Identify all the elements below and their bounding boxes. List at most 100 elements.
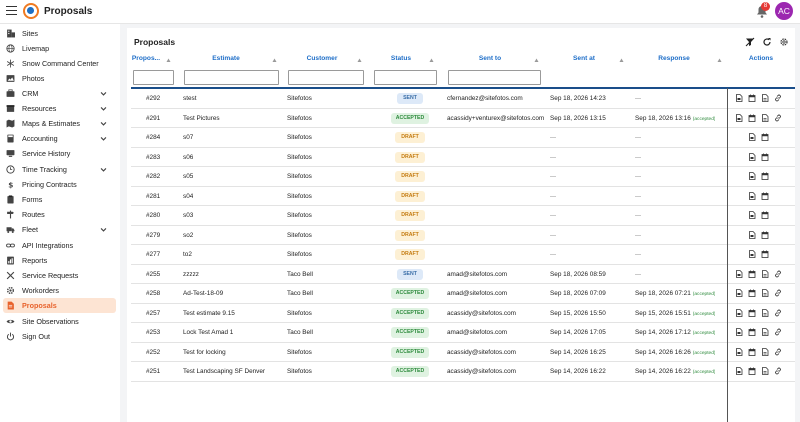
column-header-customer[interactable]: Customer <box>289 55 355 67</box>
calendar-icon[interactable] <box>748 309 756 317</box>
pdf-icon[interactable] <box>748 211 756 219</box>
gear-icon[interactable] <box>779 37 789 47</box>
chevron-down-icon[interactable] <box>100 120 107 127</box>
sort-icon[interactable] <box>619 58 624 63</box>
sort-icon[interactable] <box>429 58 434 63</box>
pdf-icon[interactable] <box>748 191 756 200</box>
sort-icon[interactable] <box>272 58 277 63</box>
sort-icon[interactable] <box>534 58 539 63</box>
table-row[interactable]: #292 stest Sitefotos SENT cfernandez@sitefot… <box>131 89 795 109</box>
chevron-down-icon[interactable] <box>100 166 107 173</box>
calendar-icon[interactable] <box>748 270 756 278</box>
calendar-icon[interactable] <box>748 94 756 102</box>
chevron-down-icon[interactable] <box>100 226 107 233</box>
filter-sent-to-input[interactable] <box>448 70 541 85</box>
sort-icon[interactable] <box>717 58 722 63</box>
sidebar-item-resources[interactable]: Resources <box>0 101 120 116</box>
file-icon[interactable] <box>761 367 769 375</box>
calendar-icon[interactable] <box>748 328 756 336</box>
pdf-icon[interactable] <box>735 347 743 356</box>
sidebar-item-maps-estimates[interactable]: Maps & Estimates <box>0 116 120 131</box>
pdf-icon[interactable] <box>748 230 756 239</box>
pdf-icon[interactable] <box>748 250 756 258</box>
sidebar-item-pricing-contracts[interactable]: $ Pricing Contracts <box>0 177 120 192</box>
sidebar-item-sites[interactable]: Sites <box>0 26 120 41</box>
sidebar-item-time-tracking[interactable]: Time Tracking <box>0 162 120 177</box>
table-row[interactable]: #253 Lock Test Amad 1 Taco Bell ACCEPTED ama… <box>131 323 795 343</box>
column-header-estimate[interactable]: Estimate <box>185 55 267 67</box>
sidebar-item-sign-out[interactable]: Sign Out <box>0 329 120 344</box>
sort-icon[interactable] <box>357 58 362 63</box>
link-icon[interactable] <box>774 367 782 375</box>
column-header-sent-to[interactable]: Sent to <box>449 55 531 67</box>
file-icon[interactable] <box>761 328 769 336</box>
menu-icon[interactable] <box>6 6 17 17</box>
calendar-icon[interactable] <box>761 192 769 200</box>
calendar-icon[interactable] <box>748 367 756 375</box>
table-row[interactable]: #283 s06 Sitefotos DRAFT — — <box>131 148 795 167</box>
sort-icon[interactable] <box>166 58 171 63</box>
sidebar-item-fleet[interactable]: Fleet <box>0 222 120 237</box>
filter-status-input[interactable] <box>374 70 437 85</box>
calendar-icon[interactable] <box>761 133 769 141</box>
link-icon[interactable] <box>774 94 782 102</box>
column-header-status[interactable]: Status <box>375 55 427 67</box>
table-row[interactable]: #282 s05 Sitefotos DRAFT — — <box>131 167 795 187</box>
table-row[interactable]: #252 Test for locking Sitefotos ACCEPTED aca… <box>131 343 795 362</box>
pdf-icon[interactable] <box>735 308 743 317</box>
sidebar-item-reports[interactable]: Reports <box>0 253 120 268</box>
chevron-down-icon[interactable] <box>100 135 107 142</box>
link-icon[interactable] <box>774 270 782 278</box>
pdf-icon[interactable] <box>735 113 743 122</box>
file-icon[interactable] <box>761 94 769 102</box>
table-row[interactable]: #251 Test Landscaping SF Denver Sitefotos A… <box>131 362 795 382</box>
filter-proposal-input[interactable] <box>133 70 174 85</box>
sidebar-item-photos[interactable]: Photos <box>0 71 120 86</box>
sidebar-item-crm[interactable]: CRM <box>0 86 120 101</box>
calendar-icon[interactable] <box>748 289 756 297</box>
calendar-icon[interactable] <box>748 114 756 122</box>
pdf-icon[interactable] <box>735 94 743 102</box>
clear-filter-icon[interactable] <box>745 37 755 47</box>
sidebar-item-accounting[interactable]: Accounting <box>0 131 120 146</box>
refresh-icon[interactable] <box>762 37 772 47</box>
table-row[interactable]: #281 s04 Sitefotos DRAFT — — <box>131 187 795 206</box>
calendar-icon[interactable] <box>761 211 769 219</box>
file-icon[interactable] <box>761 269 769 278</box>
table-row[interactable]: #258 Ad-Test-18-09 Taco Bell ACCEPTED amad@s… <box>131 284 795 304</box>
table-row[interactable]: #279 so2 Sitefotos DRAFT — — <box>131 226 795 245</box>
chevron-down-icon[interactable] <box>100 105 107 112</box>
file-icon[interactable] <box>761 308 769 317</box>
pdf-icon[interactable] <box>735 328 743 336</box>
pdf-icon[interactable] <box>748 172 756 180</box>
chevron-down-icon[interactable] <box>100 90 107 97</box>
filter-estimate-input[interactable] <box>184 70 279 85</box>
pdf-icon[interactable] <box>735 269 743 278</box>
sidebar-item-snow-command-center[interactable]: Snow Command Center <box>0 56 120 71</box>
file-icon[interactable] <box>761 347 769 356</box>
table-row[interactable]: #280 s03 Sitefotos DRAFT — — <box>131 206 795 226</box>
calendar-icon[interactable] <box>761 172 769 180</box>
sidebar-item-service-history[interactable]: Service History <box>0 146 120 161</box>
calendar-icon[interactable] <box>761 250 769 258</box>
pdf-icon[interactable] <box>748 152 756 161</box>
pdf-icon[interactable] <box>748 133 756 141</box>
sidebar-item-livemap[interactable]: Livemap <box>0 41 120 56</box>
link-icon[interactable] <box>774 328 782 336</box>
file-icon[interactable] <box>761 113 769 122</box>
table-row[interactable]: #277 to2 Sitefotos DRAFT — — <box>131 245 795 265</box>
sidebar-item-api-integrations[interactable]: API Integrations <box>0 238 120 253</box>
file-icon[interactable] <box>761 289 769 297</box>
sidebar-item-proposals[interactable]: Proposals <box>3 298 116 313</box>
sidebar-item-routes[interactable]: Routes <box>0 207 120 222</box>
calendar-icon[interactable] <box>761 231 769 239</box>
sidebar-item-forms[interactable]: Forms <box>0 192 120 207</box>
link-icon[interactable] <box>774 114 782 122</box>
pdf-icon[interactable] <box>735 289 743 297</box>
calendar-icon[interactable] <box>748 348 756 356</box>
link-icon[interactable] <box>774 348 782 356</box>
link-icon[interactable] <box>774 309 782 317</box>
column-header-sent-at[interactable]: Sent at <box>549 55 619 67</box>
sidebar-item-workorders[interactable]: Workorders <box>0 283 120 298</box>
avatar[interactable]: AC <box>775 2 793 20</box>
